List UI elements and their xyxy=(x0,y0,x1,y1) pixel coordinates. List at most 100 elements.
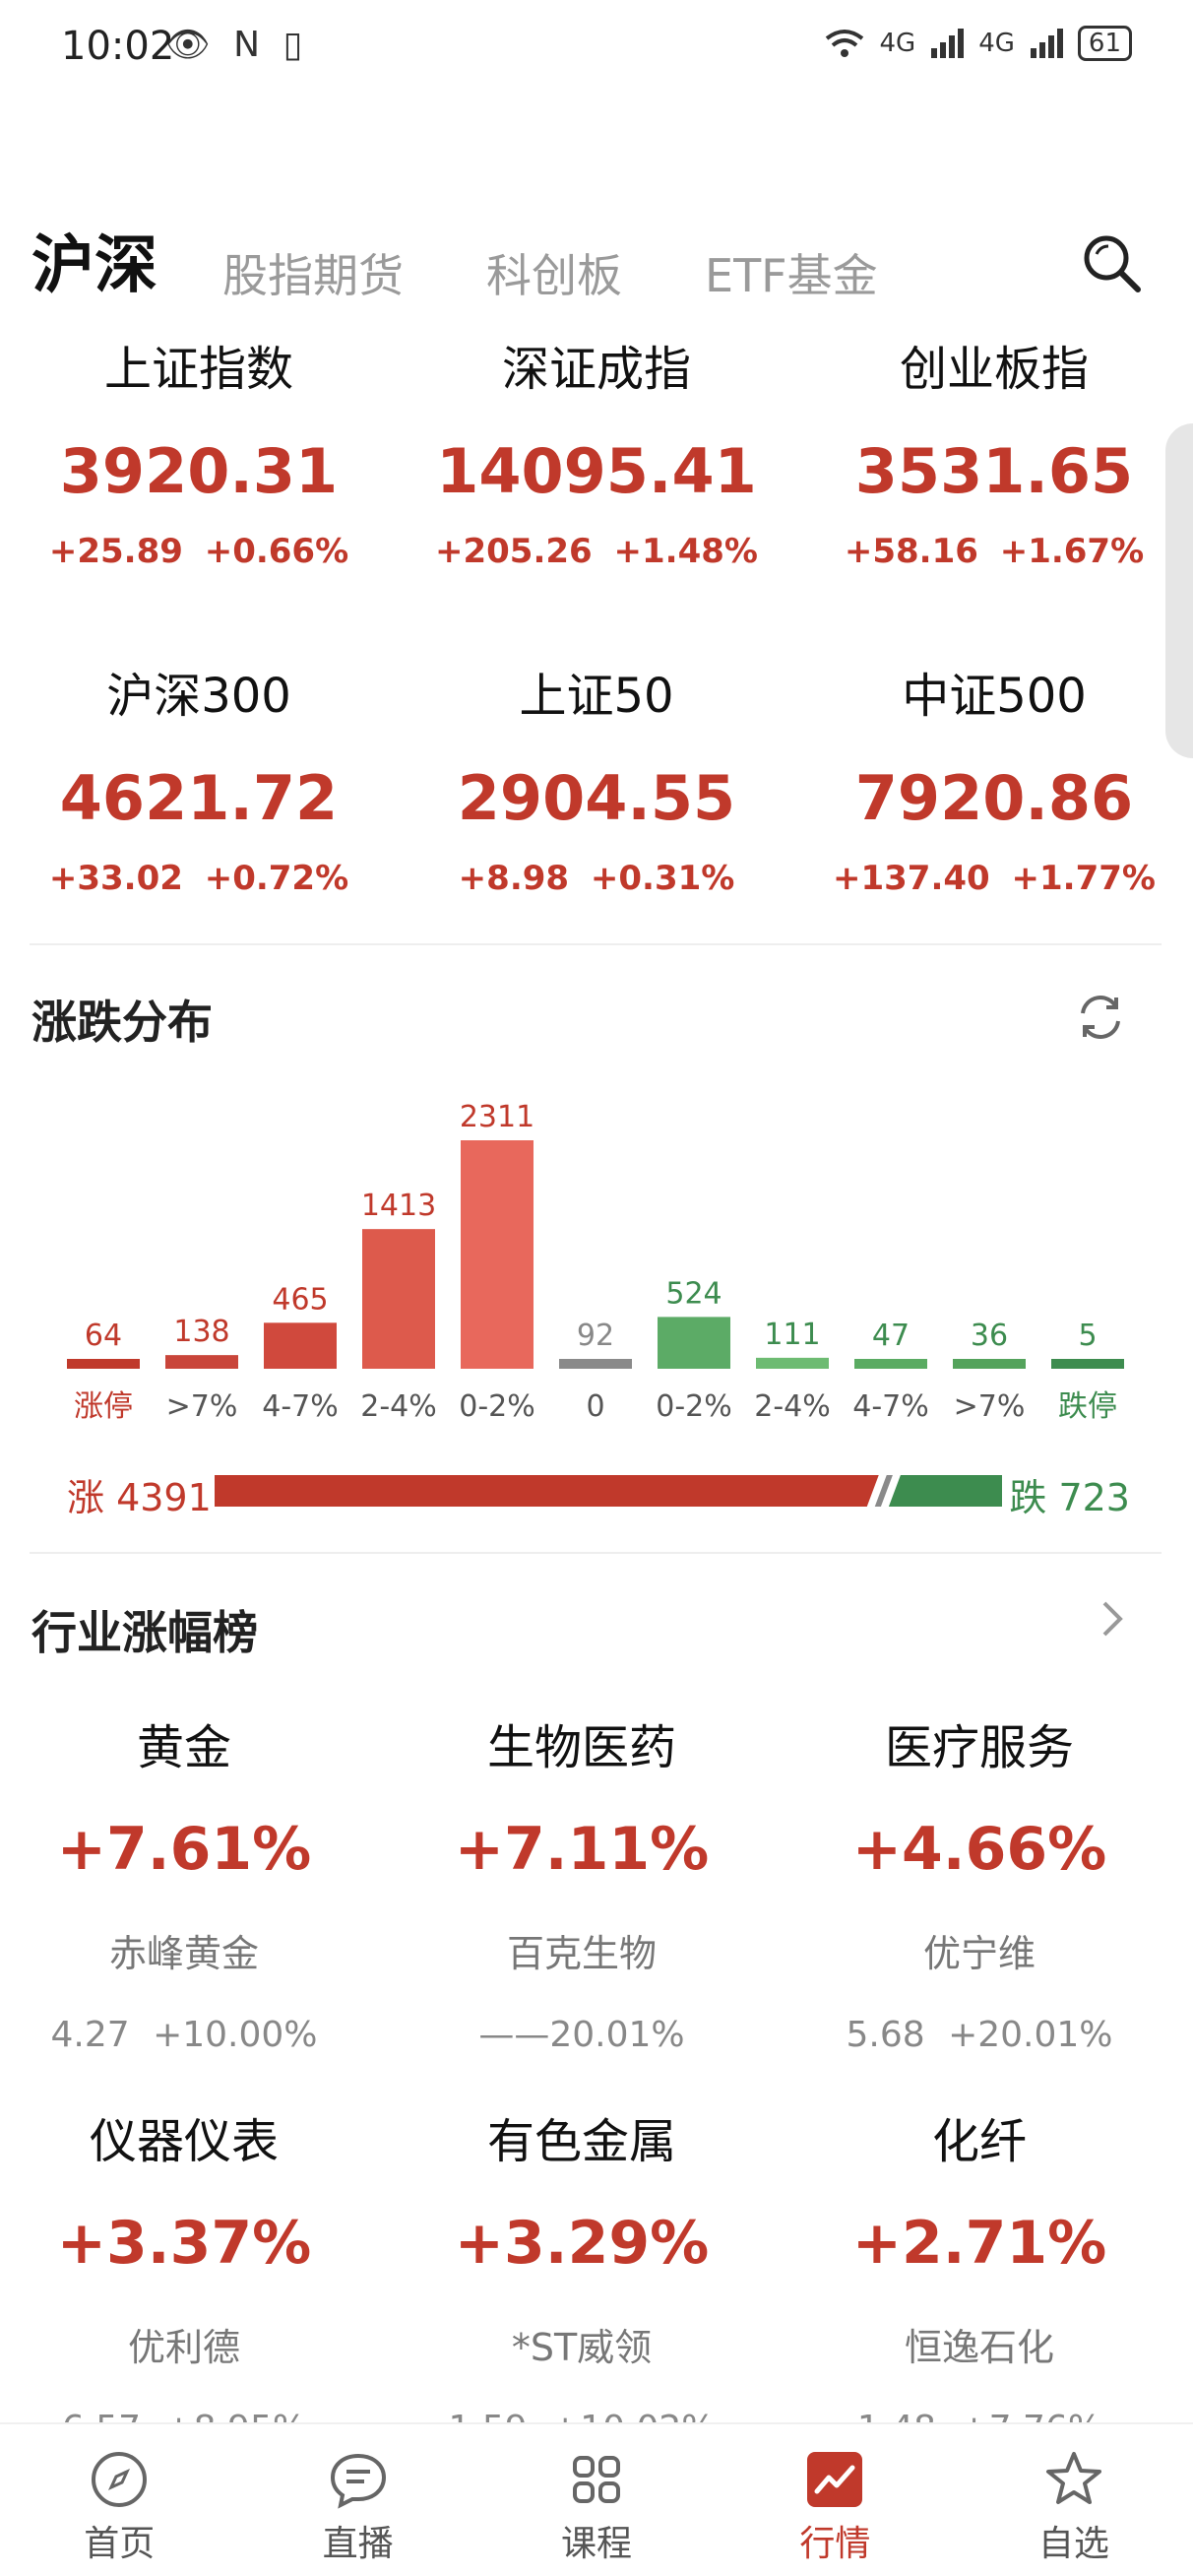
distribution-bar xyxy=(756,1357,829,1369)
industry-leader-stock: 百克生物 xyxy=(506,1932,657,1975)
index-value: 14095.41 xyxy=(436,435,757,507)
signal-label-1: 4G xyxy=(879,29,916,58)
refresh-icon[interactable] xyxy=(1073,990,1128,1045)
bar-value-label: 47 xyxy=(872,1319,910,1353)
tab-etf[interactable]: ETF基金 xyxy=(705,240,878,305)
status-left-icons: 👁 N ▯ xyxy=(165,25,309,65)
star-icon xyxy=(1045,2452,1101,2504)
side-drawer-handle[interactable] xyxy=(1165,423,1193,758)
bar-category-label: 0 xyxy=(586,1389,604,1424)
status-time: 10:02 xyxy=(61,24,175,69)
up-total: 涨 4391 xyxy=(67,1476,212,1519)
status-bar: 10:02 👁 N ▯ 4G 4G 61 xyxy=(0,0,1193,98)
industry-leader-quote: ——20.01% xyxy=(478,2015,685,2055)
status-right: 4G 4G 61 xyxy=(823,26,1132,61)
index-change: +8.98 +0.31% xyxy=(458,859,735,898)
nav-watchlist[interactable]: 自选 xyxy=(955,2424,1193,2576)
search-icon[interactable] xyxy=(1077,228,1146,297)
distribution-bar xyxy=(559,1359,632,1369)
index-grid: 上证指数 3920.31 +25.89 +0.66% 深证成指 14095.41… xyxy=(0,335,1193,928)
nav-label: 首页 xyxy=(84,2524,156,2564)
nav-home[interactable]: 首页 xyxy=(0,2424,238,2576)
nav-label: 行情 xyxy=(799,2524,871,2564)
industry-pct: +4.66% xyxy=(851,1815,1107,1884)
index-name: 上证50 xyxy=(519,669,674,724)
distribution-bar xyxy=(658,1317,730,1369)
industry-pct: +3.37% xyxy=(56,2209,312,2278)
index-card[interactable]: 创业板指 3531.65 +58.16 +1.67% xyxy=(795,335,1193,601)
tab-index-futures[interactable]: 股指期货 xyxy=(222,240,404,305)
index-name: 创业板指 xyxy=(899,342,1089,397)
bar-value-label: 5 xyxy=(1078,1319,1097,1353)
chart-icon xyxy=(807,2452,863,2507)
bar-value-label: 36 xyxy=(971,1319,1008,1353)
bar-category-label: >7% xyxy=(954,1389,1026,1424)
index-card[interactable]: 上证50 2904.55 +8.98 +0.31% xyxy=(398,662,795,928)
signal-icon xyxy=(1030,29,1063,58)
nav-market[interactable]: 行情 xyxy=(716,2424,954,2576)
bar-value-label: 64 xyxy=(85,1319,122,1353)
distribution-title: 涨跌分布 xyxy=(31,996,213,1049)
chevron-right-icon[interactable] xyxy=(1097,1597,1128,1641)
index-card[interactable]: 上证指数 3920.31 +25.89 +0.66% xyxy=(0,335,398,601)
index-value: 7920.86 xyxy=(854,762,1134,834)
industry-card[interactable]: 医疗服务 +4.66% 优宁维 5.68 +20.01% xyxy=(795,1718,1193,2055)
nav-label: 课程 xyxy=(561,2524,633,2564)
nav-live[interactable]: 直播 xyxy=(238,2424,476,2576)
index-change: +205.26 +1.48% xyxy=(435,532,758,571)
signal-icon xyxy=(931,29,965,58)
distribution-bar xyxy=(67,1359,140,1369)
nav-label: 直播 xyxy=(322,2524,394,2564)
wifi-icon xyxy=(825,30,863,57)
industry-card[interactable]: 黄金 +7.61% 赤峰黄金 4.27 +10.00% xyxy=(0,1718,398,2055)
signal-label-2: 4G xyxy=(978,29,1015,58)
index-card[interactable]: 沪深300 4621.72 +33.02 +0.72% xyxy=(0,662,398,928)
industry-card[interactable]: 仪器仪表 +3.37% 优利德 6.57 +8.95% xyxy=(0,2112,398,2449)
index-card[interactable]: 深证成指 14095.41 +205.26 +1.48% xyxy=(398,335,795,601)
battery-indicator: 61 xyxy=(1077,26,1132,61)
industry-card[interactable]: 化纤 +2.71% 恒逸石化 1.48 +7.76% xyxy=(795,2112,1193,2449)
industry-leader-stock: 赤峰黄金 xyxy=(108,1932,259,1975)
index-name: 沪深300 xyxy=(106,669,291,724)
distribution-bar xyxy=(362,1229,435,1369)
index-name: 中证500 xyxy=(902,669,1087,724)
bar-category-label: 2-4% xyxy=(754,1389,831,1424)
industry-leader-quote: 5.68 +20.01% xyxy=(846,2015,1113,2055)
industry-leader-stock: 优利德 xyxy=(127,2326,240,2369)
up-down-ratio: 涨 4391 跌 723 xyxy=(67,1461,1130,1520)
index-change: +137.40 +1.77% xyxy=(833,859,1156,898)
nav-label: 自选 xyxy=(1037,2524,1109,2564)
distribution-chart: 64 涨停 138 >7% 465 4-7% 1413 2-4% 2311 0-2% 92 0 524 0… xyxy=(67,1100,1124,1424)
industry-leader-stock: 恒逸石化 xyxy=(904,2326,1054,2369)
compass-icon xyxy=(92,2452,148,2507)
industry-card[interactable]: 有色金属 +3.29% *ST威领 1.59 +10.02% xyxy=(398,2112,795,2449)
tab-star-market[interactable]: 科创板 xyxy=(486,240,622,305)
tab-hushen[interactable]: 沪深 xyxy=(31,215,157,305)
bar-category-label: 涨停 xyxy=(74,1389,133,1424)
industry-leader-stock: 优宁维 xyxy=(922,1932,1036,1975)
down-ratio-segment xyxy=(888,1475,1002,1507)
industry-pct: +7.61% xyxy=(56,1815,312,1884)
industry-name: 生物医药 xyxy=(486,1720,676,1775)
index-value: 2904.55 xyxy=(457,762,736,834)
industry-card[interactable]: 生物医药 +7.11% 百克生物 ——20.01% xyxy=(398,1718,795,2055)
index-name: 上证指数 xyxy=(103,342,293,397)
distribution-bar xyxy=(264,1322,337,1369)
nav-courses[interactable]: 课程 xyxy=(477,2424,716,2576)
bar-category-label: 0-2% xyxy=(656,1389,732,1424)
divider xyxy=(30,943,1162,945)
index-card[interactable]: 中证500 7920.86 +137.40 +1.77% xyxy=(795,662,1193,928)
bar-category-label: 跌停 xyxy=(1058,1389,1117,1424)
index-value: 3920.31 xyxy=(59,435,339,507)
distribution-bar xyxy=(165,1355,238,1369)
bar-category-label: 0-2% xyxy=(459,1389,535,1424)
industry-pct: +7.11% xyxy=(454,1815,710,1884)
up-ratio-segment xyxy=(215,1475,879,1507)
industry-grid: 黄金 +7.61% 赤峰黄金 4.27 +10.00% 生物医药 +7.11% … xyxy=(0,1718,1193,2449)
bar-category-label: >7% xyxy=(166,1389,238,1424)
index-name: 深证成指 xyxy=(501,342,691,397)
bar-value-label: 111 xyxy=(764,1318,820,1352)
bar-category-label: 4-7% xyxy=(262,1389,339,1424)
industry-name: 黄金 xyxy=(136,1720,231,1775)
industry-name: 医疗服务 xyxy=(884,1720,1074,1775)
